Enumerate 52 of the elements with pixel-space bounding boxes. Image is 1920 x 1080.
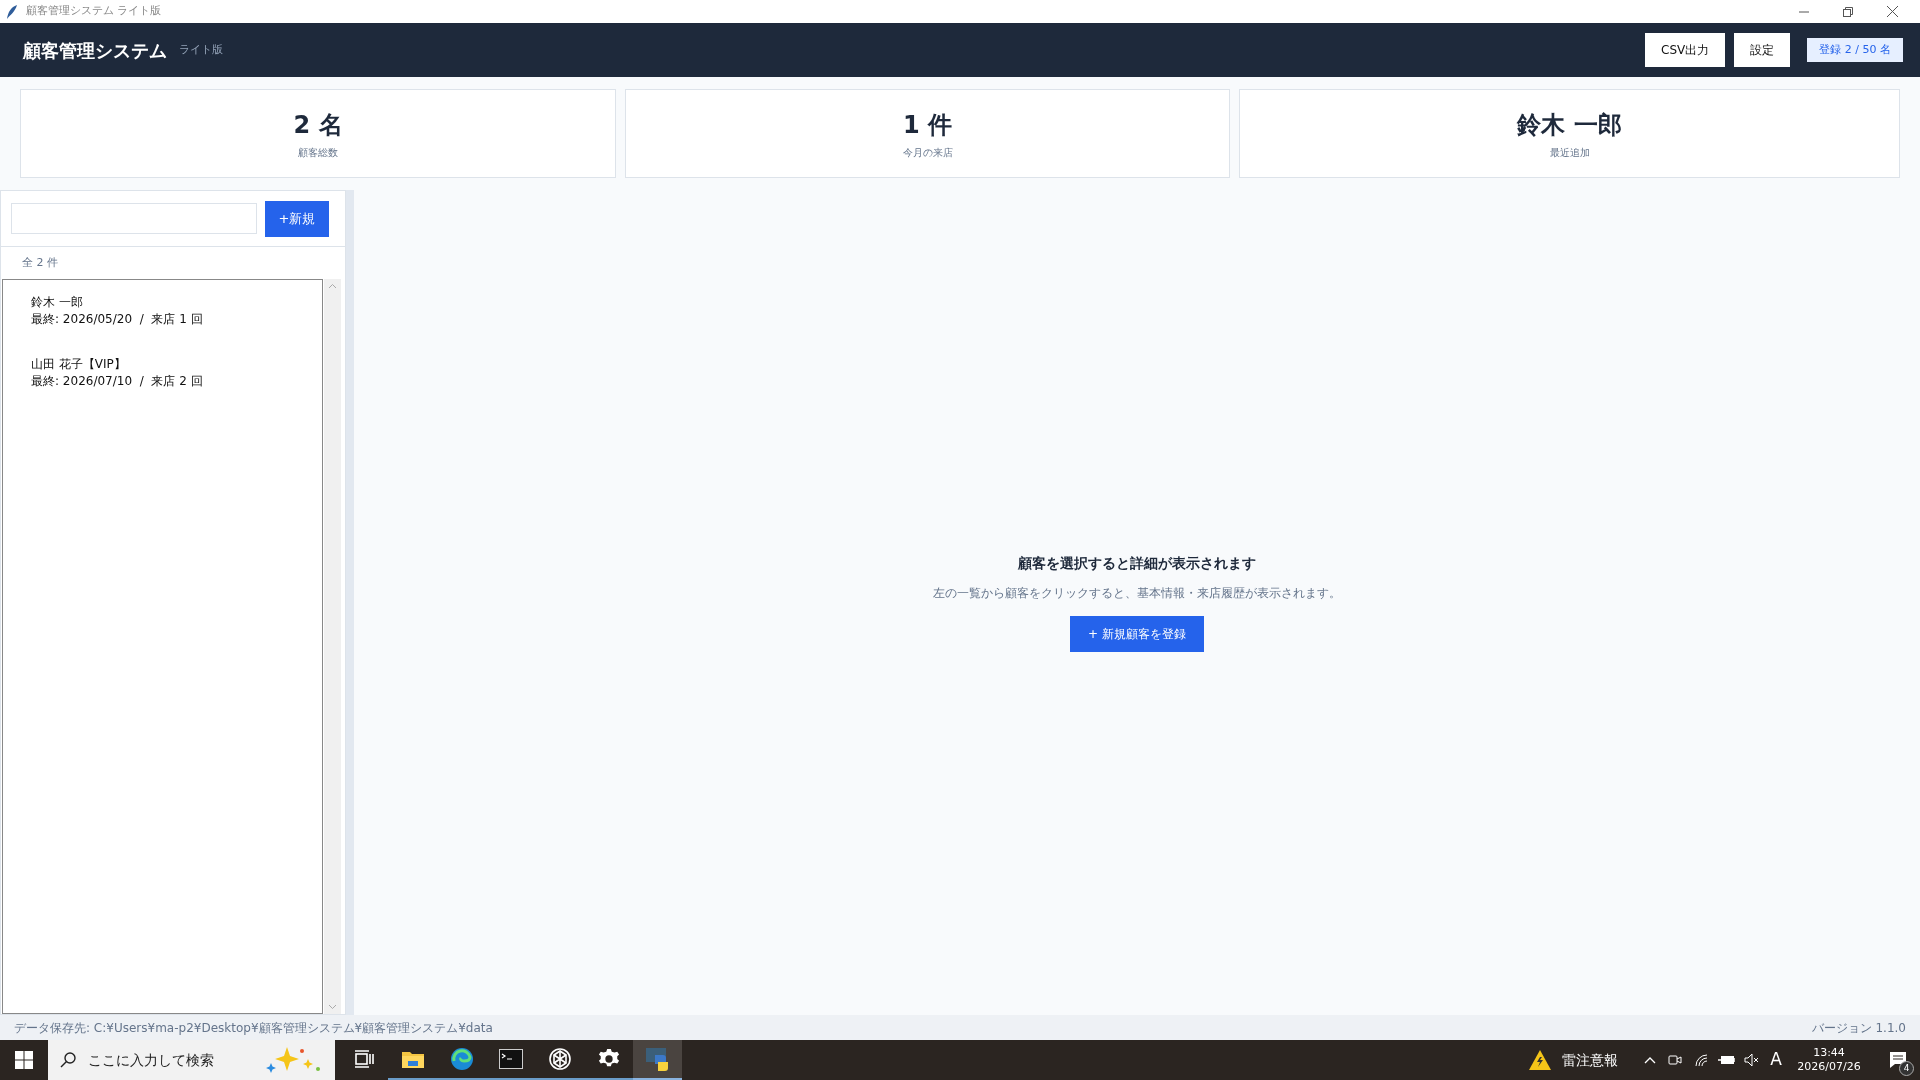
customer-list-item[interactable]: 鈴木 一郎 最終: 2026/05/20 / 来店 1 回 — [3, 290, 322, 332]
weather-alert-text: 雷注意報 — [1562, 1050, 1619, 1070]
taskbar-search-field[interactable]: ここに入力して検索 — [48, 1040, 335, 1080]
version-text: バージョン 1.1.0 — [1811, 1019, 1906, 1037]
search-field[interactable] — [11, 203, 257, 234]
stat-label: 今月の来店 — [902, 146, 953, 160]
customer-detail: 最終: 2026/05/20 / 来店 1 回 — [31, 311, 204, 328]
customer-list-item[interactable]: 山田 花子【VIP】 最終: 2026/07/10 / 来店 2 回 — [3, 352, 322, 394]
input-method-indicator[interactable]: A — [1770, 1047, 1782, 1073]
new-customer-button[interactable]: +新規 — [265, 200, 329, 237]
knot-icon — [547, 1047, 572, 1071]
search-placeholder: ここに入力して検索 — [88, 1050, 214, 1070]
empty-state-message: 左の一覧から顧客をクリックすると、基本情報・来店履歴が表示されます。 — [933, 585, 1341, 602]
camera-icon — [1668, 1052, 1683, 1068]
feather-icon — [6, 3, 18, 20]
taskbar-app-button[interactable] — [633, 1040, 682, 1080]
customer-count: 全 2 件 — [22, 254, 58, 271]
register-customer-button[interactable]: + 新規顧客を登録 — [1070, 616, 1204, 652]
clock[interactable]: 13:44 2026/07/26 — [1792, 1046, 1866, 1074]
registration-badge: 登録 2 / 50 名 — [1807, 38, 1903, 62]
browser-icon — [449, 1047, 474, 1071]
header-button[interactable]: CSV出力 — [1645, 33, 1726, 67]
terminal-icon — [498, 1049, 523, 1069]
windows-icon — [15, 1051, 33, 1069]
muted-speaker-icon — [1744, 1053, 1761, 1067]
stat-value: 1 件 — [902, 110, 953, 141]
message-icon — [1889, 1051, 1907, 1069]
notification-button[interactable]: 4 — [1876, 1040, 1920, 1080]
stat-value: 鈴木 一郎 — [1517, 110, 1622, 141]
customer-detail: 最終: 2026/07/10 / 来店 2 回 — [31, 373, 204, 390]
stat-label: 最近追加 — [1549, 146, 1590, 160]
app-title: 顧客管理システム — [23, 38, 167, 63]
customer-name: 鈴木 一郎 — [31, 294, 84, 311]
window-title: 顧客管理システム ライト版 — [26, 3, 162, 20]
folder-icon — [400, 1049, 425, 1069]
battery-icon — [1718, 1054, 1737, 1066]
clock-date: 2026/07/26 — [1797, 1060, 1861, 1074]
warning-icon — [1528, 1049, 1553, 1071]
clock-time: 13:44 — [1813, 1046, 1845, 1060]
stat-value: 2 名 — [293, 110, 343, 141]
close-icon — [1886, 6, 1898, 17]
customer-name: 山田 花子【VIP】 — [31, 356, 127, 373]
restore-icon — [1843, 6, 1853, 17]
stat-label: 顧客総数 — [298, 146, 338, 160]
notification-count-badge: 4 — [1899, 1061, 1914, 1076]
empty-state-title: 顧客を選択すると詳細が表示されます — [1018, 554, 1256, 573]
search-icon — [60, 1052, 76, 1068]
task-view-icon — [353, 1050, 374, 1068]
data-path-text: データ保存先: C:¥Users¥ma-p2¥Desktop¥顧客管理システム¥顧客管理システム¥data — [14, 1019, 493, 1037]
header-button[interactable]: 設定 — [1734, 33, 1791, 67]
chevron-up-icon — [1644, 1056, 1657, 1064]
edition-label: ライト版 — [179, 41, 223, 58]
